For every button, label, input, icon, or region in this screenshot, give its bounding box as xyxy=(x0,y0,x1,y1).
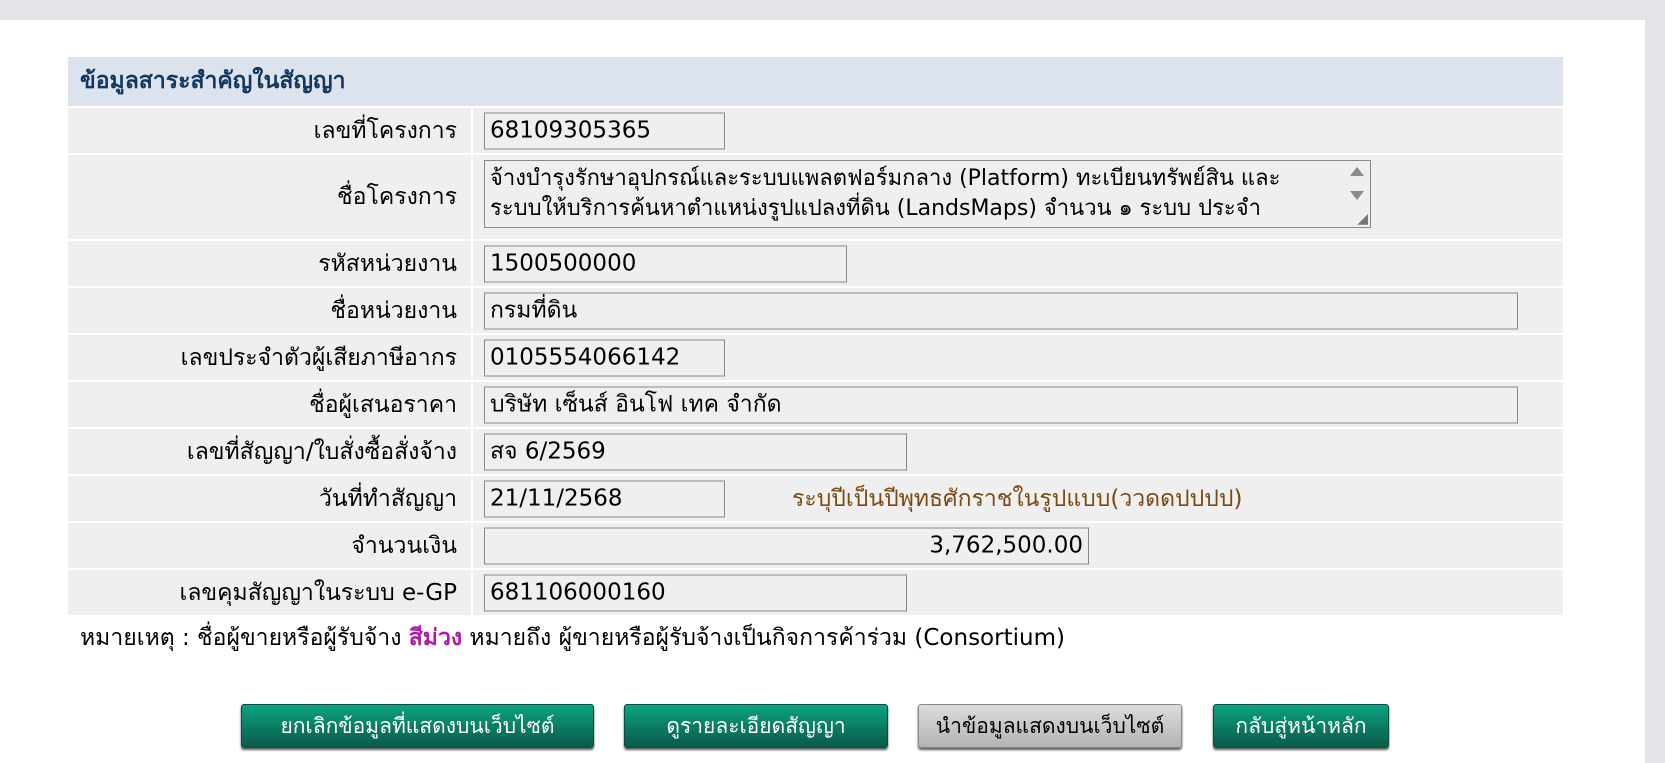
row-dept-name: ชื่อหน่วยงาน กรมที่ดิน xyxy=(68,286,1563,333)
note-suffix: หมายถึง ผู้ขายหรือผู้รับจ้างเป็นกิจการค้… xyxy=(462,625,1065,651)
scroll-down-arrow-icon[interactable] xyxy=(1350,191,1364,200)
column-divider xyxy=(471,523,473,568)
note-purple-word: สีม่วง xyxy=(408,625,463,651)
contract-summary-panel: ข้อมูลสาระสำคัญในสัญญา เลขที่โครงการ 681… xyxy=(68,57,1563,615)
bidder-name-field[interactable]: บริษัท เซ็นส์ อินโฟ เทค จำกัด xyxy=(484,386,1518,423)
tax-id-label: เลขประจำตัวผู้เสียภาษีอากร xyxy=(180,344,457,371)
column-divider xyxy=(471,241,473,286)
project-no-label: เลขที่โครงการ xyxy=(313,117,457,144)
column-divider xyxy=(471,382,473,427)
dept-code-label: รหัสหน่วยงาน xyxy=(318,250,457,277)
row-amount: จำนวนเงิน 3,762,500.00 xyxy=(68,521,1563,568)
column-divider xyxy=(471,429,473,474)
row-bidder-name: ชื่อผู้เสนอราคา บริษัท เซ็นส์ อินโฟ เทค … xyxy=(68,380,1563,427)
dept-name-field[interactable]: กรมที่ดิน xyxy=(484,292,1518,329)
tax-id-field[interactable]: 0105554066142 xyxy=(484,339,725,376)
row-tax-id: เลขประจำตัวผู้เสียภาษีอากร 0105554066142 xyxy=(68,333,1563,380)
contract-no-label: เลขที่สัญญา/ใบสั่งซื้อสั่งจ้าง xyxy=(186,438,457,465)
column-divider xyxy=(471,155,473,239)
cancel-publish-button[interactable]: ยกเลิกข้อมูลที่แสดงบนเว็บไซต์ xyxy=(241,704,594,748)
row-project-name: ชื่อโครงการ จ้างบำรุงรักษาอุปกรณ์และระบบ… xyxy=(68,153,1563,239)
row-project-no: เลขที่โครงการ 68109305365 xyxy=(68,106,1563,153)
column-divider xyxy=(471,476,473,521)
consortium-note: หมายเหตุ : ชื่อผู้ขายหรือผู้รับจ้าง สีม่… xyxy=(80,620,1065,656)
scroll-up-arrow-icon[interactable] xyxy=(1350,167,1364,176)
amount-label: จำนวนเงิน xyxy=(351,532,457,559)
project-name-textarea[interactable]: จ้างบำรุงรักษาอุปกรณ์และระบบแพลตฟอร์มกลา… xyxy=(484,160,1371,228)
column-divider xyxy=(471,570,473,615)
row-egp-no: เลขคุมสัญญาในระบบ e-GP 681106000160 xyxy=(68,568,1563,615)
right-scroll-gutter xyxy=(1645,20,1665,763)
bidder-name-label: ชื่อผู้เสนอราคา xyxy=(309,391,457,418)
column-divider xyxy=(471,108,473,153)
panel-title: ข้อมูลสาระสำคัญในสัญญา xyxy=(68,57,1563,106)
project-name-text: จ้างบำรุงรักษาอุปกรณ์และระบบแพลตฟอร์มกลา… xyxy=(490,166,1281,221)
project-name-label: ชื่อโครงการ xyxy=(337,184,457,210)
row-dept-code: รหัสหน่วยงาน 1500500000 xyxy=(68,239,1563,286)
note-prefix: หมายเหตุ : ชื่อผู้ขายหรือผู้รับจ้าง xyxy=(80,625,409,651)
row-contract-date: วันที่ทำสัญญา 21/11/2568 ระบุปีเป็นปีพุท… xyxy=(68,474,1563,521)
project-no-field[interactable]: 68109305365 xyxy=(484,112,725,149)
column-divider xyxy=(471,288,473,333)
row-contract-no: เลขที่สัญญา/ใบสั่งซื้อสั่งจ้าง สจ 6/2569 xyxy=(68,427,1563,474)
contract-date-field[interactable]: 21/11/2568 xyxy=(484,480,725,517)
date-format-hint: ระบุปีเป็นปีพุทธศักราชในรูปแบบ(ววดดปปปป) xyxy=(792,485,1243,512)
view-contract-details-button[interactable]: ดูรายละเอียดสัญญา xyxy=(624,704,888,748)
contract-no-field[interactable]: สจ 6/2569 xyxy=(484,433,907,470)
egp-no-field[interactable]: 681106000160 xyxy=(484,574,907,611)
column-divider xyxy=(471,335,473,380)
dept-name-label: ชื่อหน่วยงาน xyxy=(330,297,457,324)
egp-no-label: เลขคุมสัญญาในระบบ e-GP xyxy=(179,579,457,606)
resize-grip-icon[interactable]: ◢ xyxy=(1357,212,1368,226)
back-to-home-button[interactable]: กลับสู่หน้าหลัก xyxy=(1213,704,1389,748)
contract-date-label: วันที่ทำสัญญา xyxy=(318,485,457,512)
publish-to-website-button[interactable]: นำข้อมูลแสดงบนเว็บไซต์ xyxy=(918,704,1182,748)
top-bar xyxy=(0,0,1665,20)
dept-code-field[interactable]: 1500500000 xyxy=(484,245,847,282)
amount-field[interactable]: 3,762,500.00 xyxy=(484,527,1089,564)
